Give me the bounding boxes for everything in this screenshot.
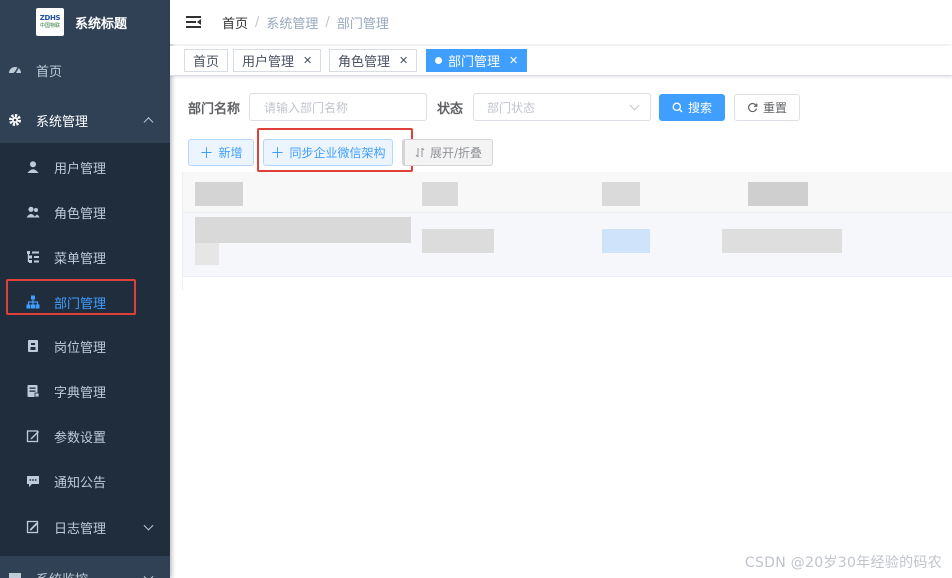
chevron-down-icon (143, 520, 154, 531)
pixelated-header-cell (748, 182, 808, 206)
sidebar-item-label: 岗位管理 (54, 340, 107, 356)
add-button-label: 新增 (218, 146, 243, 160)
dept-name-input[interactable]: 请输入部门名称 (249, 93, 427, 121)
sidebar-item-role[interactable]: 角色管理 (0, 190, 170, 234)
highlight-box-sync (257, 128, 413, 172)
log-icon (26, 520, 40, 534)
sidebar-item-label: 参数设置 (54, 430, 107, 446)
sidebar-item-label: 角色管理 (54, 206, 107, 222)
sidebar: ZDHS 中国物联 系统标题 首页 系统管理 用户管理 角色管理 菜单管理 部门… (0, 0, 170, 578)
table-divider (182, 276, 952, 277)
status-placeholder: 部门状态 (487, 100, 536, 115)
chevron-up-icon (143, 117, 154, 128)
pixelated-header-cell (195, 182, 243, 206)
watermark: CSDN @20岁30年经验的码农 (744, 555, 942, 571)
tag-dept[interactable]: 部门管理 ✕ (426, 49, 528, 72)
sidebar-item-system[interactable]: 系统管理 (0, 98, 170, 142)
sidebar-item-config[interactable]: 参数设置 (0, 414, 170, 458)
highlight-box-dept (6, 279, 136, 315)
plus-icon: ＋ (199, 145, 214, 162)
navbar: 首页 / 系统管理 / 部门管理 (170, 0, 952, 44)
status-select[interactable]: 部门状态 (473, 93, 651, 121)
chevron-down-icon (629, 100, 640, 111)
sidebar-item-menu[interactable]: 菜单管理 (0, 235, 170, 279)
table-header (182, 172, 952, 212)
sidebar-item-label: 字典管理 (54, 385, 107, 401)
pixelated-cell (195, 243, 219, 265)
monitor-icon (8, 571, 22, 578)
search-button[interactable]: 搜索 (659, 94, 725, 121)
dashboard-icon (8, 63, 22, 77)
close-icon[interactable]: ✕ (399, 54, 408, 67)
logo-text-top: ZDHS (39, 14, 61, 22)
tag-label: 首页 (193, 55, 220, 70)
sidebar-item-user[interactable]: 用户管理 (0, 145, 170, 189)
user-icon (26, 160, 40, 174)
sidebar-item-label: 系统监控 (36, 569, 88, 578)
close-icon[interactable]: ✕ (303, 54, 312, 67)
gear-icon (8, 113, 22, 127)
search-button-label: 搜索 (687, 101, 712, 115)
message-icon (26, 474, 40, 488)
breadcrumb-item-system: 系统管理 (266, 16, 319, 32)
tags-view: 首页 用户管理 ✕ 角色管理 ✕ 部门管理 ✕ (170, 46, 952, 76)
sidebar-item-notice[interactable]: 通知公告 (0, 459, 170, 503)
reset-button-label: 重置 (762, 101, 787, 115)
tag-label: 用户管理 (242, 55, 295, 70)
breadcrumb-item-dept: 部门管理 (336, 16, 389, 32)
sidebar-item-label: 通知公告 (54, 475, 107, 491)
pixelated-cell (722, 229, 842, 253)
pixelated-header-cell (422, 182, 458, 206)
breadcrumb-item-home[interactable]: 首页 (222, 13, 248, 32)
tag-label: 角色管理 (338, 55, 391, 70)
status-label: 状态 (437, 102, 464, 117)
expand-collapse-button-label: 展开/折叠 (429, 146, 483, 160)
logo-text-bottom: 中国物联 (39, 23, 60, 29)
tag-home[interactable]: 首页 (184, 49, 229, 72)
tag-label: 部门管理 (448, 55, 501, 70)
refresh-icon (747, 102, 758, 113)
table-border (182, 172, 183, 290)
sidebar-item-dict[interactable]: 字典管理 (0, 369, 170, 413)
search-icon (672, 102, 683, 113)
sidebar-item-label: 系统管理 (36, 114, 89, 130)
breadcrumb-separator: / (255, 14, 260, 30)
hamburger-icon[interactable] (186, 16, 201, 28)
sidebar-item-monitor[interactable]: 系统监控 (0, 556, 170, 578)
dept-name-placeholder: 请输入部门名称 (264, 100, 349, 115)
sidebar-item-post[interactable]: 岗位管理 (0, 324, 170, 368)
chevron-down-icon (143, 571, 154, 578)
pixelated-status-cell (602, 229, 650, 253)
sidebar-item-label: 日志管理 (54, 521, 107, 537)
tag-role[interactable]: 角色管理 ✕ (329, 49, 418, 72)
pixelated-cell (195, 217, 411, 243)
sidebar-item-home[interactable]: 首页 (0, 48, 170, 92)
post-icon (26, 339, 40, 353)
app-title: 系统标题 (75, 16, 128, 32)
logo-area: ZDHS 中国物联 系统标题 (0, 0, 170, 44)
dept-table (182, 172, 952, 290)
pixelated-cell (422, 229, 494, 253)
add-button[interactable]: ＋ 新增 (188, 139, 254, 166)
sidebar-item-label: 菜单管理 (54, 251, 107, 267)
pixelated-header-cell (602, 182, 640, 206)
close-icon[interactable]: ✕ (509, 54, 518, 67)
tag-user[interactable]: 用户管理 ✕ (233, 49, 322, 72)
active-dot-icon (435, 57, 442, 64)
sidebar-item-log[interactable]: 日志管理 (0, 505, 170, 549)
sidebar-item-label: 用户管理 (54, 161, 107, 177)
sidebar-item-label: 首页 (36, 64, 63, 80)
logo: ZDHS 中国物联 (36, 8, 64, 36)
breadcrumb-separator: / (325, 14, 330, 30)
peoples-icon (26, 205, 40, 219)
reset-button[interactable]: 重置 (734, 94, 800, 121)
tree-table-icon (26, 250, 40, 264)
edit-icon (26, 429, 40, 443)
dict-icon (26, 384, 40, 398)
expand-collapse-button[interactable]: 展开/折叠 (402, 139, 493, 166)
sort-icon (415, 147, 425, 158)
breadcrumb: 首页 / 系统管理 / 部门管理 (222, 13, 389, 32)
dept-name-label: 部门名称 (188, 102, 241, 117)
table-divider (182, 212, 952, 213)
